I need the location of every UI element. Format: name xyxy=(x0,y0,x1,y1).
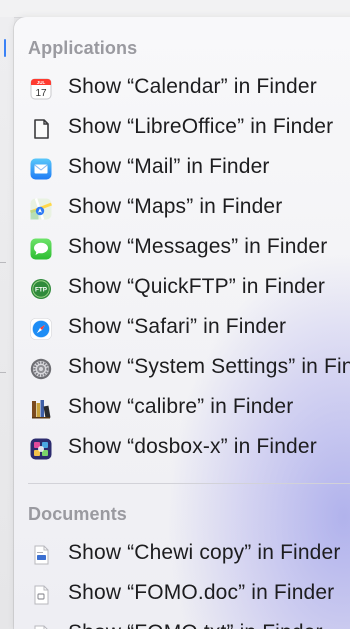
menu-item-chewi-copy[interactable]: Show “Chewi copy” in Finder xyxy=(14,534,350,574)
menu-item-label: Show “LibreOffice” in Finder xyxy=(68,115,334,138)
dosbox-icon xyxy=(29,437,53,461)
menu-item-label: Show “Maps” in Finder xyxy=(68,195,283,218)
background-window-edge xyxy=(0,17,14,629)
menu-item-label: Show “Mail” in Finder xyxy=(68,155,270,178)
window-title-bar-edge xyxy=(0,0,350,18)
menu-item-label: Show “FOMO.doc” in Finder xyxy=(68,581,335,604)
menu-item-safari[interactable]: Show “Safari” in Finder xyxy=(14,308,350,348)
menu-item-mail[interactable]: Show “Mail” in Finder xyxy=(14,148,350,188)
calendar-icon: JUL 17 xyxy=(29,77,53,101)
calendar-day-text: 17 xyxy=(35,88,47,99)
text-file-icon xyxy=(29,623,53,629)
menu-item-system-settings[interactable]: Show “System Settings” in Finder xyxy=(14,348,350,388)
menu-item-label: Show “Chewi copy” in Finder xyxy=(68,541,341,564)
menu-item-messages[interactable]: Show “Messages” in Finder xyxy=(14,228,350,268)
menu-item-label: Show “QuickFTP” in Finder xyxy=(68,275,325,298)
libreoffice-icon xyxy=(29,117,53,141)
menu-item-label: Show “calibre” in Finder xyxy=(68,395,294,418)
calendar-month-text: JUL xyxy=(37,80,46,85)
menu-item-label: Show “dosbox-x” in Finder xyxy=(68,435,317,458)
menu-item-calibre[interactable]: Show “calibre” in Finder xyxy=(14,388,350,428)
menu-item-label: Show “Messages” in Finder xyxy=(68,235,328,258)
menu-item-label: Show “FOMO.txt” in Finder xyxy=(68,621,323,629)
messages-icon xyxy=(29,237,53,261)
menu-item-label: Show “System Settings” in Finder xyxy=(68,355,350,378)
section-header-documents: Documents xyxy=(28,504,127,524)
document-icon xyxy=(29,543,53,567)
context-menu: Applications JUL 17 Show “Calendar” in F… xyxy=(14,17,350,629)
selection-indicator xyxy=(4,39,6,57)
menu-item-quickftp[interactable]: FTP Show “QuickFTP” in Finder xyxy=(14,268,350,308)
menu-item-dosbox-x[interactable]: Show “dosbox-x” in Finder xyxy=(14,428,350,468)
menu-item-maps[interactable]: Show “Maps” in Finder xyxy=(14,188,350,228)
menu-item-libreoffice[interactable]: Show “LibreOffice” in Finder xyxy=(14,108,350,148)
system-settings-icon xyxy=(29,357,53,381)
menu-item-label: Show “Safari” in Finder xyxy=(68,315,287,338)
calibre-icon xyxy=(29,397,53,421)
menu-item-label: Show “Calendar” in Finder xyxy=(68,75,317,98)
doc-file-icon xyxy=(29,583,53,607)
mail-icon xyxy=(29,157,53,181)
edge-tick xyxy=(0,372,6,373)
menu-item-calendar[interactable]: JUL 17 Show “Calendar” in Finder xyxy=(14,68,350,108)
menu-item-fomo-doc[interactable]: Show “FOMO.doc” in Finder xyxy=(14,574,350,614)
section-header-applications: Applications xyxy=(28,38,138,58)
edge-tick xyxy=(0,262,6,263)
menu-item-fomo-txt[interactable]: Show “FOMO.txt” in Finder xyxy=(14,614,350,629)
section-divider xyxy=(28,483,350,484)
quickftp-badge-text: FTP xyxy=(35,287,48,294)
maps-icon xyxy=(29,197,53,221)
safari-icon xyxy=(29,317,53,341)
quickftp-icon: FTP xyxy=(29,277,53,301)
